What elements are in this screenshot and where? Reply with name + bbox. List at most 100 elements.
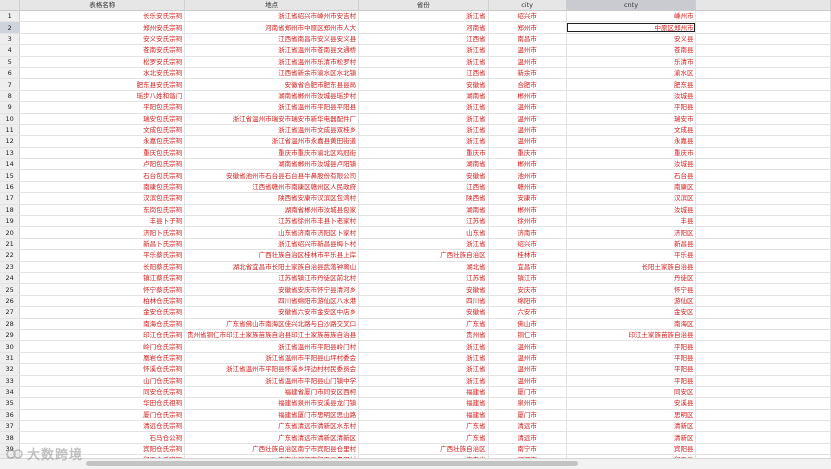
empty-cell[interactable]	[695, 192, 831, 205]
cnty-cell[interactable]: 汉滨区	[566, 192, 697, 205]
row-number[interactable]: 20	[0, 226, 21, 239]
province-cell[interactable]: 安徽省	[358, 306, 489, 319]
cnty-cell[interactable]: 瑞安市	[566, 113, 697, 125]
name-cell[interactable]: 瑞安包氏宗祠	[19, 113, 186, 125]
cnty-cell[interactable]: 石台县	[566, 169, 697, 182]
city-cell[interactable]: 池州市	[488, 169, 567, 182]
city-cell[interactable]: 温州市	[488, 363, 567, 376]
location-cell[interactable]: 浙江省温州市平阳县怀溪乡坪边村村民委员会	[184, 363, 360, 376]
city-cell[interactable]: 佛山市	[488, 318, 567, 330]
empty-cell[interactable]	[695, 272, 831, 285]
empty-cell[interactable]	[695, 295, 831, 308]
cnty-cell[interactable]: 怀宁县	[566, 283, 697, 296]
row-number[interactable]: 15	[0, 169, 21, 182]
cnty-cell[interactable]: 新昌县	[566, 238, 697, 251]
empty-cell[interactable]	[695, 113, 831, 125]
name-cell[interactable]: 山门仓氏宗祠	[19, 375, 186, 387]
name-cell[interactable]: 厦门仓氏宗祠	[19, 409, 186, 422]
name-cell[interactable]: 丰县卜子祠	[19, 215, 186, 228]
name-cell[interactable]: 肥东县安氏宗祠	[19, 78, 186, 91]
name-cell[interactable]: 镇江蔡氏宗祠	[19, 272, 186, 285]
city-cell[interactable]: 重庆市	[488, 147, 567, 160]
location-cell[interactable]: 安徽省安庆市怀宁县清河乡	[184, 283, 360, 296]
row-number[interactable]: 29	[0, 329, 21, 342]
province-cell[interactable]: 广西壮族自治区	[358, 249, 489, 262]
city-cell[interactable]: 合肥市	[488, 78, 567, 91]
city-cell[interactable]: 温州市	[488, 56, 567, 68]
empty-cell[interactable]	[695, 169, 831, 182]
province-cell[interactable]: 广东省	[358, 431, 489, 444]
cnty-cell[interactable]: 平阳县	[566, 340, 697, 353]
row-number[interactable]: 8	[0, 90, 21, 103]
column-header-name[interactable]: 表格名称	[19, 0, 186, 11]
city-cell[interactable]: 徐州市	[488, 215, 567, 228]
name-cell[interactable]: 凰岩仓氏宗祠	[19, 352, 186, 365]
province-cell[interactable]: 广东省	[358, 318, 489, 330]
location-cell[interactable]: 浙江省温州市文成县双桂乡	[184, 124, 360, 137]
province-cell[interactable]: 浙江省	[358, 375, 489, 387]
cnty-cell[interactable]: 永嘉县	[566, 135, 697, 148]
name-cell[interactable]: 卢阳包氏宗祠	[19, 158, 186, 171]
cnty-cell[interactable]: 平阳县	[566, 363, 697, 376]
location-cell[interactable]: 浙江省绍兴市新昌县梅卜村	[184, 238, 360, 251]
row-number[interactable]: 13	[0, 147, 21, 160]
province-cell[interactable]: 湖南省	[358, 90, 489, 103]
cnty-cell[interactable]: 平阳县	[566, 352, 697, 365]
province-cell[interactable]: 浙江省	[358, 10, 489, 23]
name-cell[interactable]: 东岗包氏宗祠	[19, 204, 186, 217]
scrollbar-thumb[interactable]	[86, 461, 578, 466]
cnty-cell[interactable]: 同安区	[566, 386, 697, 399]
cnty-cell[interactable]: 清新区	[566, 431, 697, 444]
location-cell[interactable]: 江西省南昌市安义县安义县	[184, 33, 360, 46]
city-cell[interactable]: 温州市	[488, 375, 567, 387]
location-cell[interactable]: 湖北省宜昌市长阳土家族自治县武落钟离山	[184, 261, 360, 274]
name-cell[interactable]: 安义安氏宗祠	[19, 33, 186, 46]
name-cell[interactable]: 松罗安氏宗祠	[19, 56, 186, 68]
city-cell[interactable]: 泉州市	[488, 397, 567, 410]
row-number[interactable]: 38	[0, 431, 21, 444]
cnty-cell[interactable]: 平阳县	[566, 101, 697, 114]
city-cell[interactable]: 赣州市	[488, 181, 567, 194]
row-number[interactable]: 1	[0, 10, 21, 23]
empty-cell[interactable]	[695, 363, 831, 376]
city-cell[interactable]: 南宁市	[488, 443, 567, 456]
name-cell[interactable]: 南康包氏宗祠	[19, 181, 186, 194]
location-cell[interactable]: 湖南省郴州市汝城县瑶步村	[184, 90, 360, 103]
cnty-cell[interactable]: 嵊州市	[566, 10, 697, 23]
name-cell[interactable]: 印江仓氏宗祠	[19, 329, 186, 342]
empty-cell[interactable]	[695, 21, 831, 34]
cnty-cell[interactable]: 平乐县	[566, 249, 697, 262]
name-cell[interactable]: 瑶步八姓和谐门	[19, 90, 186, 103]
empty-cell[interactable]	[695, 409, 831, 422]
name-cell[interactable]: 清远仓氏宗祠	[19, 420, 186, 433]
location-cell[interactable]: 浙江省温州市平阳县山门镇中学	[184, 375, 360, 387]
province-cell[interactable]: 广东省	[358, 420, 489, 433]
empty-cell[interactable]	[695, 158, 831, 171]
empty-cell[interactable]	[695, 90, 831, 103]
location-cell[interactable]: 江苏省镇江市丹徒区前北村	[184, 272, 360, 285]
select-all-corner[interactable]	[0, 0, 21, 11]
location-cell[interactable]: 广西壮族自治区南宁市宾阳县仓里村	[184, 443, 360, 456]
row-number[interactable]: 31	[0, 352, 21, 365]
name-cell[interactable]: 平乐蔡氏宗祠	[19, 249, 186, 262]
empty-cell[interactable]	[695, 215, 831, 228]
province-cell[interactable]: 浙江省	[358, 124, 489, 137]
row-number[interactable]: 25	[0, 283, 21, 296]
name-cell[interactable]: 长乐安氏宗祠	[19, 10, 186, 23]
empty-cell[interactable]	[695, 375, 831, 387]
cnty-cell[interactable]: 渝水区	[566, 67, 697, 80]
cnty-cell[interactable]: 宾阳县	[566, 443, 697, 456]
name-cell[interactable]: 平阳包氏宗祠	[19, 101, 186, 114]
name-cell[interactable]: 苍南安氏宗祠	[19, 44, 186, 57]
city-cell[interactable]: 清远市	[488, 420, 567, 433]
name-cell[interactable]: 怀宁蔡氏宗祠	[19, 283, 186, 296]
location-cell[interactable]: 安徽省池州市石台县石台县牛鼻股份有限公司	[184, 169, 360, 182]
row-number[interactable]: 11	[0, 124, 21, 137]
empty-cell[interactable]	[695, 78, 831, 91]
province-cell[interactable]: 江苏省	[358, 272, 489, 285]
province-cell[interactable]: 浙江省	[358, 238, 489, 251]
province-cell[interactable]: 贵州省	[358, 329, 489, 342]
location-cell[interactable]: 贵州省铜仁市印江土家族苗族自治县印江土家族苗族自治县	[184, 329, 360, 342]
empty-cell[interactable]	[695, 181, 831, 194]
name-cell[interactable]: 济阳卜氏宗祠	[19, 226, 186, 239]
